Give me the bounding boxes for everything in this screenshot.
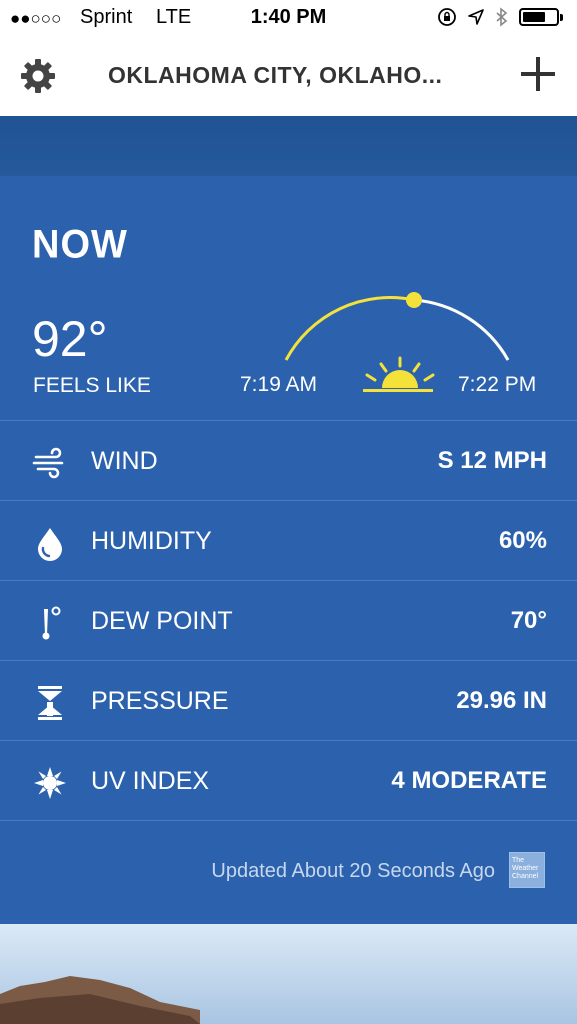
current-temperature: 92° <box>32 311 108 367</box>
uv-index-label: UV INDEX <box>91 767 210 795</box>
uv-index-value: 4 MODERATE <box>391 767 547 794</box>
dew-point-label: DEW POINT <box>91 607 233 635</box>
bluetooth-icon <box>496 7 508 27</box>
weather-channel-logo: The Weather Channel <box>509 852 545 888</box>
location-arrow-icon <box>468 9 484 25</box>
wind-label: WIND <box>91 447 158 475</box>
add-location-icon[interactable] <box>519 55 557 93</box>
settings-gear-icon[interactable] <box>18 56 58 96</box>
status-bar: ●●○○○ Sprint LTE 1:40 PM <box>0 0 577 38</box>
updated-timestamp: Updated About 20 Seconds Ago <box>211 860 495 882</box>
condition-row-pressure: PRESSURE 29.96 IN <box>0 660 577 740</box>
thermometer-icon <box>42 606 61 640</box>
footer-divider <box>0 820 577 821</box>
top-color-strip <box>0 116 577 176</box>
condition-row-wind: WIND S 12 MPH <box>0 420 577 500</box>
navigation-bar: OKLAHOMA CITY, OKLAHO... <box>0 38 577 116</box>
battery-icon <box>519 8 563 26</box>
wind-value: S 12 MPH <box>437 447 547 474</box>
now-heading: NOW <box>32 222 128 268</box>
status-right-icons <box>437 7 563 27</box>
droplet-icon <box>38 528 62 561</box>
location-title[interactable]: OKLAHOMA CITY, OKLAHO... <box>108 62 478 89</box>
condition-row-dew-point: DEW POINT 70° <box>0 580 577 660</box>
feels-like-label: FEELS LIKE <box>33 374 151 397</box>
current-conditions-panel: NOW 92° FEELS LIKE 7:19 AM 7:22 PM WIND … <box>0 176 577 924</box>
pressure-label: PRESSURE <box>91 687 229 715</box>
sunset-time: 7:22 PM <box>458 373 537 396</box>
humidity-value: 60% <box>498 527 547 554</box>
sunrise-sun-icon <box>363 356 435 392</box>
rotation-lock-icon <box>438 8 456 26</box>
background-landscape-photo <box>0 924 577 1024</box>
mountain-silhouette <box>0 976 200 1024</box>
pressure-icon <box>38 686 62 720</box>
humidity-label: HUMIDITY <box>91 527 212 555</box>
condition-row-uv-index: UV INDEX 4 MODERATE <box>0 740 577 820</box>
dew-point-value: 70° <box>510 607 547 634</box>
sunrise-time: 7:19 AM <box>240 373 318 396</box>
pressure-value: 29.96 IN <box>456 687 547 714</box>
wind-icon <box>32 447 64 479</box>
sun-burst-icon <box>34 767 66 799</box>
condition-row-humidity: HUMIDITY 60% <box>0 500 577 580</box>
